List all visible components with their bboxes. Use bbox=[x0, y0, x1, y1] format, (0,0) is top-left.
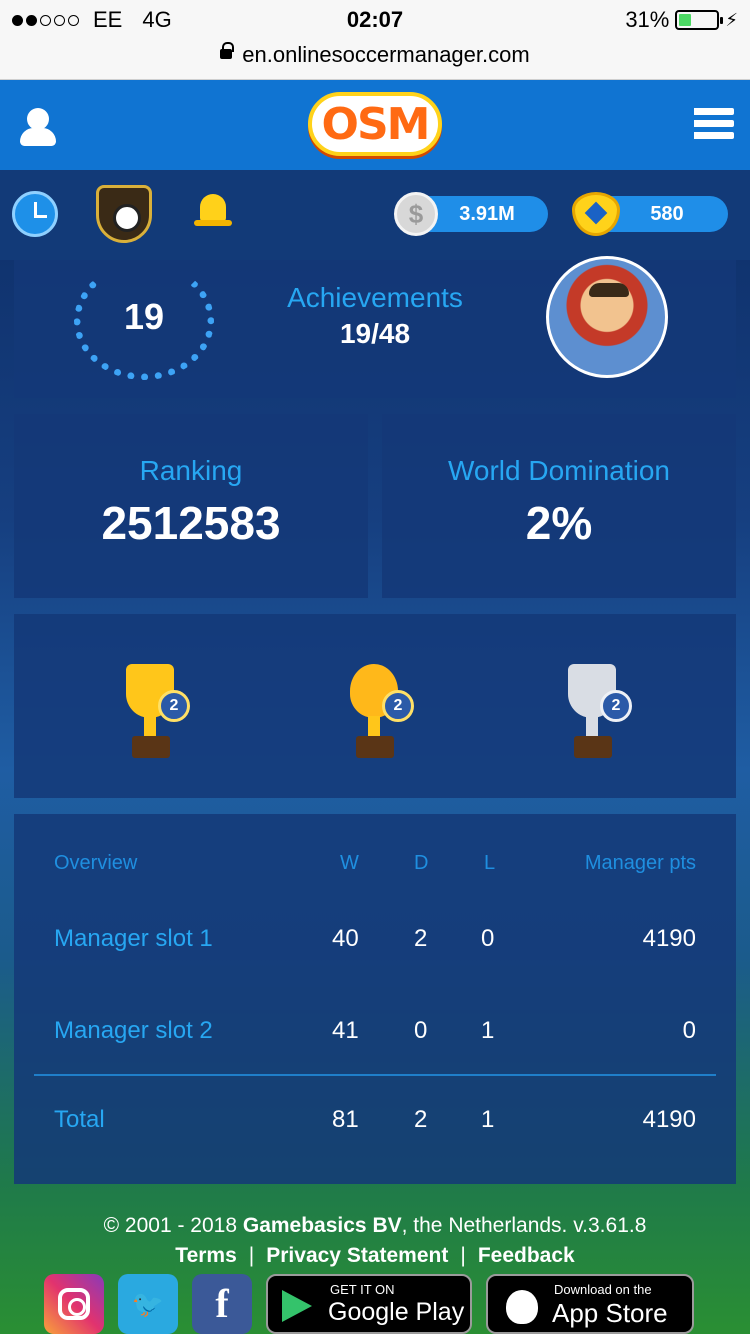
feedback-link[interactable]: Feedback bbox=[478, 1244, 575, 1267]
club-crest-icon[interactable] bbox=[96, 185, 152, 243]
twitter-icon[interactable]: 🐦 bbox=[118, 1274, 178, 1334]
trophy-count-badge: 2 bbox=[158, 690, 190, 722]
manager-slot-2-link[interactable]: Manager slot 2 bbox=[54, 1017, 213, 1045]
address-bar[interactable]: en.onlinesoccermanager.com bbox=[0, 40, 750, 80]
url-text: en.onlinesoccermanager.com bbox=[242, 42, 530, 67]
status-bar: EE 4G 02:07 31% ⚡ bbox=[0, 0, 750, 40]
link-separator: | bbox=[460, 1244, 466, 1267]
table-divider bbox=[34, 1074, 716, 1076]
charging-icon: ⚡ bbox=[725, 9, 738, 30]
table-header-manager-pts: Manager pts bbox=[584, 852, 696, 874]
total-wins: 81 bbox=[332, 1106, 359, 1133]
total-row-label: Total bbox=[54, 1106, 105, 1133]
footer-links: Terms | Privacy Statement | Feedback bbox=[0, 1244, 750, 1268]
gold-cup-trophy-icon[interactable]: 2 bbox=[112, 656, 196, 766]
table-cell-wins: 40 bbox=[332, 925, 359, 952]
table-header-overview: Overview bbox=[54, 852, 138, 874]
table-cell-pts: 0 bbox=[682, 1017, 696, 1044]
app-store-small-text: Download on the bbox=[554, 1282, 652, 1297]
apple-icon bbox=[506, 1290, 538, 1324]
manager-profile-icon[interactable] bbox=[18, 108, 58, 146]
clock-icon[interactable] bbox=[12, 191, 58, 237]
privacy-statement-link[interactable]: Privacy Statement bbox=[266, 1244, 448, 1267]
table-cell-wins: 41 bbox=[332, 1017, 359, 1044]
battery-info: 31% ⚡ bbox=[625, 7, 738, 33]
trophy-count-badge: 2 bbox=[382, 690, 414, 722]
manager-avatar bbox=[546, 256, 668, 378]
achievements-progress: 19/48 bbox=[339, 318, 411, 349]
table-cell-pts: 4190 bbox=[642, 925, 696, 952]
menu-list-icon[interactable] bbox=[694, 108, 734, 140]
table-cell-draws: 2 bbox=[414, 925, 428, 952]
table-header-losses: L bbox=[484, 852, 496, 874]
silver-cup-trophy-icon[interactable]: 2 bbox=[554, 656, 638, 766]
company-name: Gamebasics BV bbox=[242, 1214, 402, 1237]
table-header-draws: D bbox=[414, 852, 429, 874]
app-store-badge[interactable]: Download on the App Store bbox=[486, 1274, 694, 1334]
terms-link[interactable]: Terms bbox=[175, 1244, 236, 1267]
total-draws: 2 bbox=[414, 1106, 428, 1133]
table-cell-losses: 0 bbox=[481, 925, 495, 952]
notification-bell-icon[interactable] bbox=[194, 194, 232, 230]
ranking-value: 2512583 bbox=[101, 497, 281, 549]
instagram-icon[interactable] bbox=[44, 1274, 104, 1334]
facebook-icon[interactable]: f bbox=[192, 1274, 252, 1334]
osm-logo[interactable]: OSM bbox=[308, 92, 442, 156]
google-play-label: Google Play bbox=[328, 1298, 465, 1326]
battery-percent: 31% bbox=[625, 7, 670, 32]
table-header-wins: W bbox=[340, 852, 359, 874]
google-play-icon bbox=[282, 1290, 312, 1322]
total-pts: 4190 bbox=[642, 1106, 696, 1133]
total-losses: 1 bbox=[481, 1106, 495, 1133]
table-cell-draws: 0 bbox=[414, 1017, 428, 1044]
world-domination-title: World Domination bbox=[447, 455, 671, 486]
battery-icon bbox=[675, 10, 724, 30]
table-cell-losses: 1 bbox=[481, 1017, 495, 1044]
ranking-title: Ranking bbox=[139, 455, 243, 486]
lock-icon bbox=[220, 42, 235, 60]
world-domination-value: 2% bbox=[525, 497, 593, 549]
achievements-title: Achievements bbox=[287, 282, 463, 313]
golden-ball-trophy-icon[interactable]: 2 bbox=[336, 656, 420, 766]
google-play-small-text: GET IT ON bbox=[330, 1282, 395, 1297]
achievements-count: 19 bbox=[123, 296, 165, 337]
google-play-badge[interactable]: GET IT ON Google Play bbox=[266, 1274, 472, 1334]
manager-slot-1-link[interactable]: Manager slot 1 bbox=[54, 925, 213, 953]
trophy-count-badge: 2 bbox=[600, 690, 632, 722]
copyright-text: © 2001 - 2018 Gamebasics BV, the Netherl… bbox=[103, 1214, 647, 1237]
link-separator: | bbox=[248, 1244, 255, 1267]
app-store-label: App Store bbox=[552, 1298, 668, 1328]
silver-coin-icon: $ bbox=[394, 192, 438, 236]
